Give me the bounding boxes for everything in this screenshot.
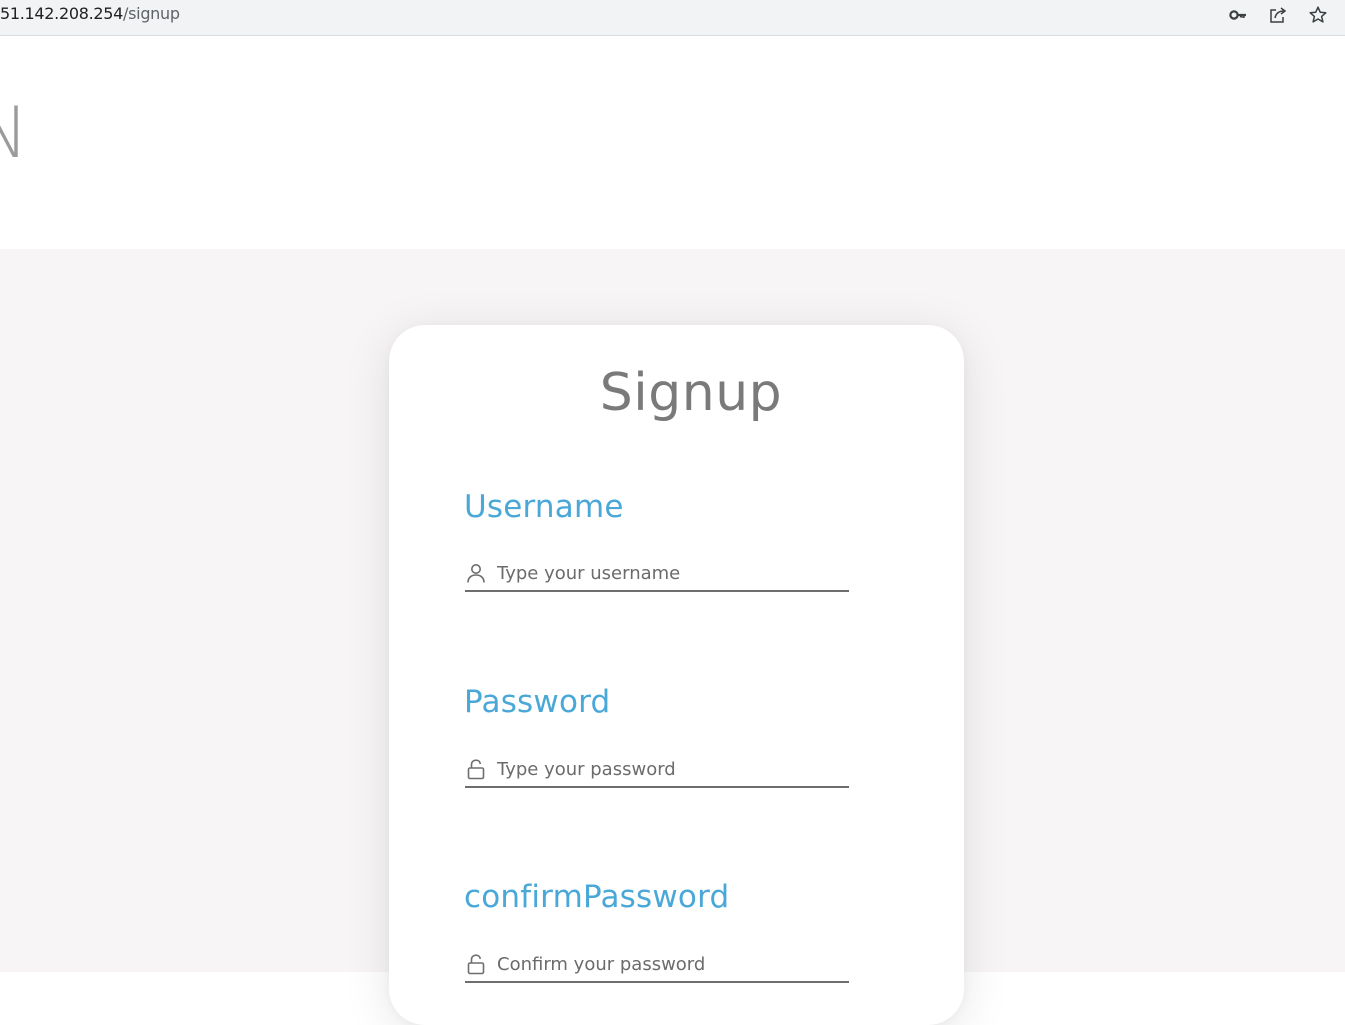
signup-title: Signup xyxy=(599,363,783,423)
url-host: 51.142.208.254 xyxy=(0,4,124,23)
star-icon[interactable] xyxy=(1307,4,1329,26)
url-field[interactable]: 51.142.208.254/signup xyxy=(0,3,180,25)
signup-card: Signup Username Password confirmPassword xyxy=(389,325,964,1025)
url-path: /signup xyxy=(123,4,180,23)
browser-address-bar: 51.142.208.254/signup xyxy=(0,0,1345,36)
site-logo[interactable]: N xyxy=(0,93,28,173)
user-icon xyxy=(465,562,487,584)
site-header: N xyxy=(0,37,1345,249)
username-input[interactable] xyxy=(497,558,847,588)
password-label: Password xyxy=(464,684,611,720)
key-icon[interactable] xyxy=(1227,4,1249,26)
share-icon[interactable] xyxy=(1267,4,1289,26)
username-field xyxy=(465,558,849,592)
password-field xyxy=(465,754,849,788)
username-label: Username xyxy=(464,489,624,525)
confirm-password-input[interactable] xyxy=(497,949,847,979)
confirm-password-field xyxy=(465,949,849,983)
lock-icon xyxy=(465,758,487,780)
confirm-password-label: confirmPassword xyxy=(464,879,730,915)
password-input[interactable] xyxy=(497,754,847,784)
